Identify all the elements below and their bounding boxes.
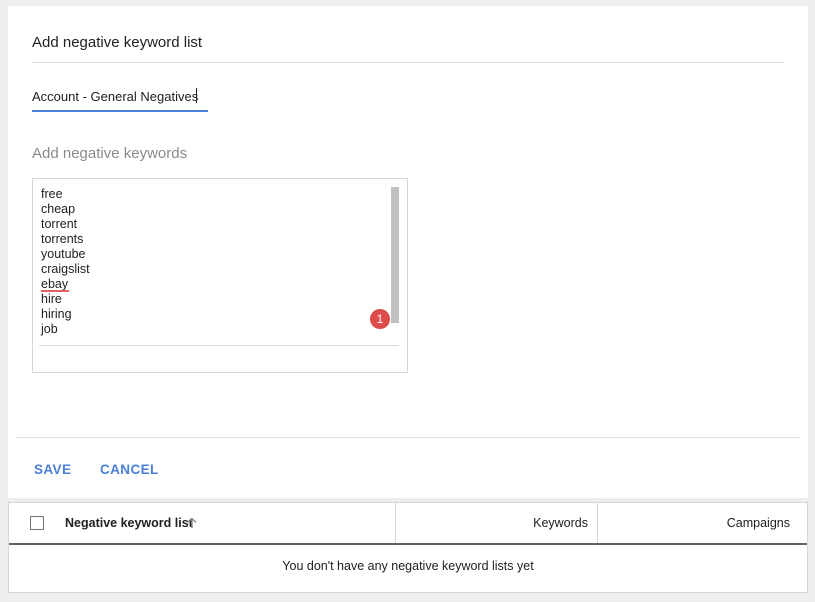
list-name-underline: [32, 110, 208, 112]
negative-keyword-lists-table: Negative keyword list Keywords Campaigns…: [8, 502, 808, 593]
form-title: Add negative keyword list: [32, 34, 203, 51]
text-caret: [196, 88, 197, 103]
column-header-campaigns[interactable]: Campaigns: [598, 503, 790, 543]
error-count-badge: 1: [370, 309, 390, 329]
keyword-item: craigslist: [41, 262, 90, 276]
keywords-label: Add negative keywords: [32, 145, 188, 162]
list-name-field[interactable]: [32, 86, 208, 112]
keyword-item: youtube: [41, 247, 86, 261]
save-button[interactable]: SAVE: [34, 462, 71, 477]
keywords-scrollbar[interactable]: [391, 187, 399, 323]
column-header-keywords[interactable]: Keywords: [396, 503, 588, 543]
keyword-item: cheap: [41, 202, 76, 216]
empty-state-message: You don't have any negative keyword list…: [282, 559, 534, 573]
keyword-item: hire: [41, 292, 62, 306]
keywords-textarea[interactable]: free cheap torrent torrents youtube crai…: [32, 178, 408, 373]
add-negative-keyword-list-card: Add negative keyword list Add negative k…: [8, 6, 808, 498]
keyword-item: torrents: [41, 232, 84, 246]
keyword-text: ebay: [41, 277, 69, 291]
keywords-divider: [39, 345, 399, 346]
keyword-item-misspelled: ebay: [41, 277, 90, 292]
arrow-up-icon[interactable]: [185, 516, 199, 530]
keyword-item: free: [41, 187, 63, 201]
column-header-name[interactable]: Negative keyword list: [65, 503, 193, 543]
list-name-input[interactable]: [32, 86, 208, 106]
actions-divider: [16, 437, 800, 438]
keyword-item: hiring: [41, 307, 72, 321]
table-header: Negative keyword list Keywords Campaigns: [9, 503, 807, 545]
select-all-checkbox[interactable]: [30, 516, 44, 530]
cancel-button[interactable]: CANCEL: [100, 462, 159, 477]
keywords-list: free cheap torrent torrents youtube crai…: [41, 187, 90, 337]
keyword-item: torrent: [41, 217, 78, 231]
title-divider: [32, 62, 784, 63]
keyword-item: job: [41, 322, 58, 336]
